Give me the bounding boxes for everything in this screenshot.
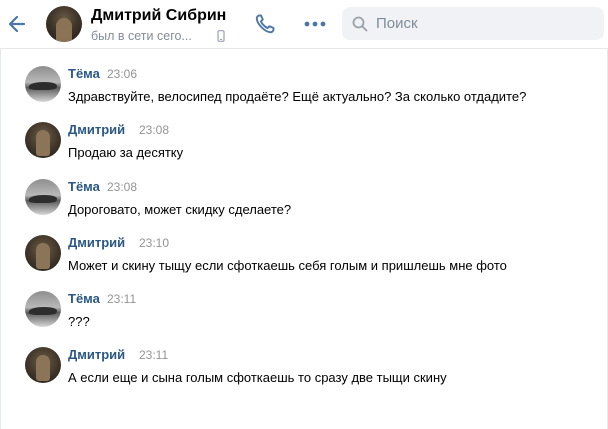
message-time: 23:11 (139, 348, 169, 362)
message-text: Здравствуйте, велосипед продаёте? Ещё ак… (68, 89, 527, 104)
arrow-left-icon (8, 15, 26, 33)
message-time: 23:06 (107, 67, 138, 81)
message: Тёма 23:06 Здравствуйте, велосипед прода… (25, 66, 595, 118)
back-button[interactable] (4, 10, 32, 38)
avatar[interactable] (25, 347, 61, 383)
message-text: А если еще и сына голым сфоткаешь то сра… (68, 370, 447, 385)
more-button[interactable] (301, 12, 329, 36)
avatar[interactable] (25, 122, 61, 158)
message-time: 23:08 (107, 180, 138, 194)
search-input[interactable] (376, 13, 596, 34)
message-author[interactable]: Тёма (68, 291, 100, 306)
message-author[interactable]: Дмитрий (68, 122, 125, 137)
message-time: 23:08 (139, 123, 170, 137)
search-icon (352, 16, 368, 32)
search-box[interactable] (342, 7, 604, 40)
avatar[interactable] (25, 235, 61, 271)
message-history: Тёма 23:06 Здравствуйте, велосипед прода… (0, 49, 608, 429)
message-author[interactable]: Дмитрий (68, 235, 125, 250)
message-author[interactable]: Дмитрий (68, 347, 125, 362)
avatar[interactable] (25, 179, 61, 215)
mobile-device-icon (217, 30, 225, 42)
avatar[interactable] (25, 291, 61, 327)
contact-name[interactable]: Дмитрий Сибрин (91, 7, 226, 25)
message-author[interactable]: Тёма (68, 179, 100, 194)
message: Дмитрий 23:10 Может и скину тыщу если сф… (25, 235, 595, 287)
message: Дмитрий 23:08 Продаю за десятку (25, 122, 595, 174)
contact-avatar[interactable] (46, 6, 82, 42)
message-time: 23:11 (107, 292, 137, 306)
contact-status: был в сети сего... (91, 29, 192, 43)
chat-header: Дмитрий Сибрин был в сети сего... (0, 0, 608, 49)
message-text: ??? (68, 314, 90, 329)
message: Тёма 23:08 Дороговато, может скидку сдел… (25, 179, 595, 231)
message-text: Дороговато, может скидку сделаете? (68, 202, 292, 217)
message: Дмитрий 23:11 А если еще и сына голым сф… (25, 347, 595, 399)
message-time: 23:10 (139, 236, 170, 250)
message-text: Продаю за десятку (68, 145, 184, 160)
message-text: Может и скину тыщу если сфоткаешь себя г… (68, 258, 507, 273)
call-button[interactable] (252, 11, 278, 37)
more-dots-icon (304, 21, 326, 27)
message: Тёма 23:11 ??? (25, 291, 595, 343)
avatar[interactable] (25, 66, 61, 102)
message-author[interactable]: Тёма (68, 66, 100, 81)
phone-icon (255, 14, 275, 34)
